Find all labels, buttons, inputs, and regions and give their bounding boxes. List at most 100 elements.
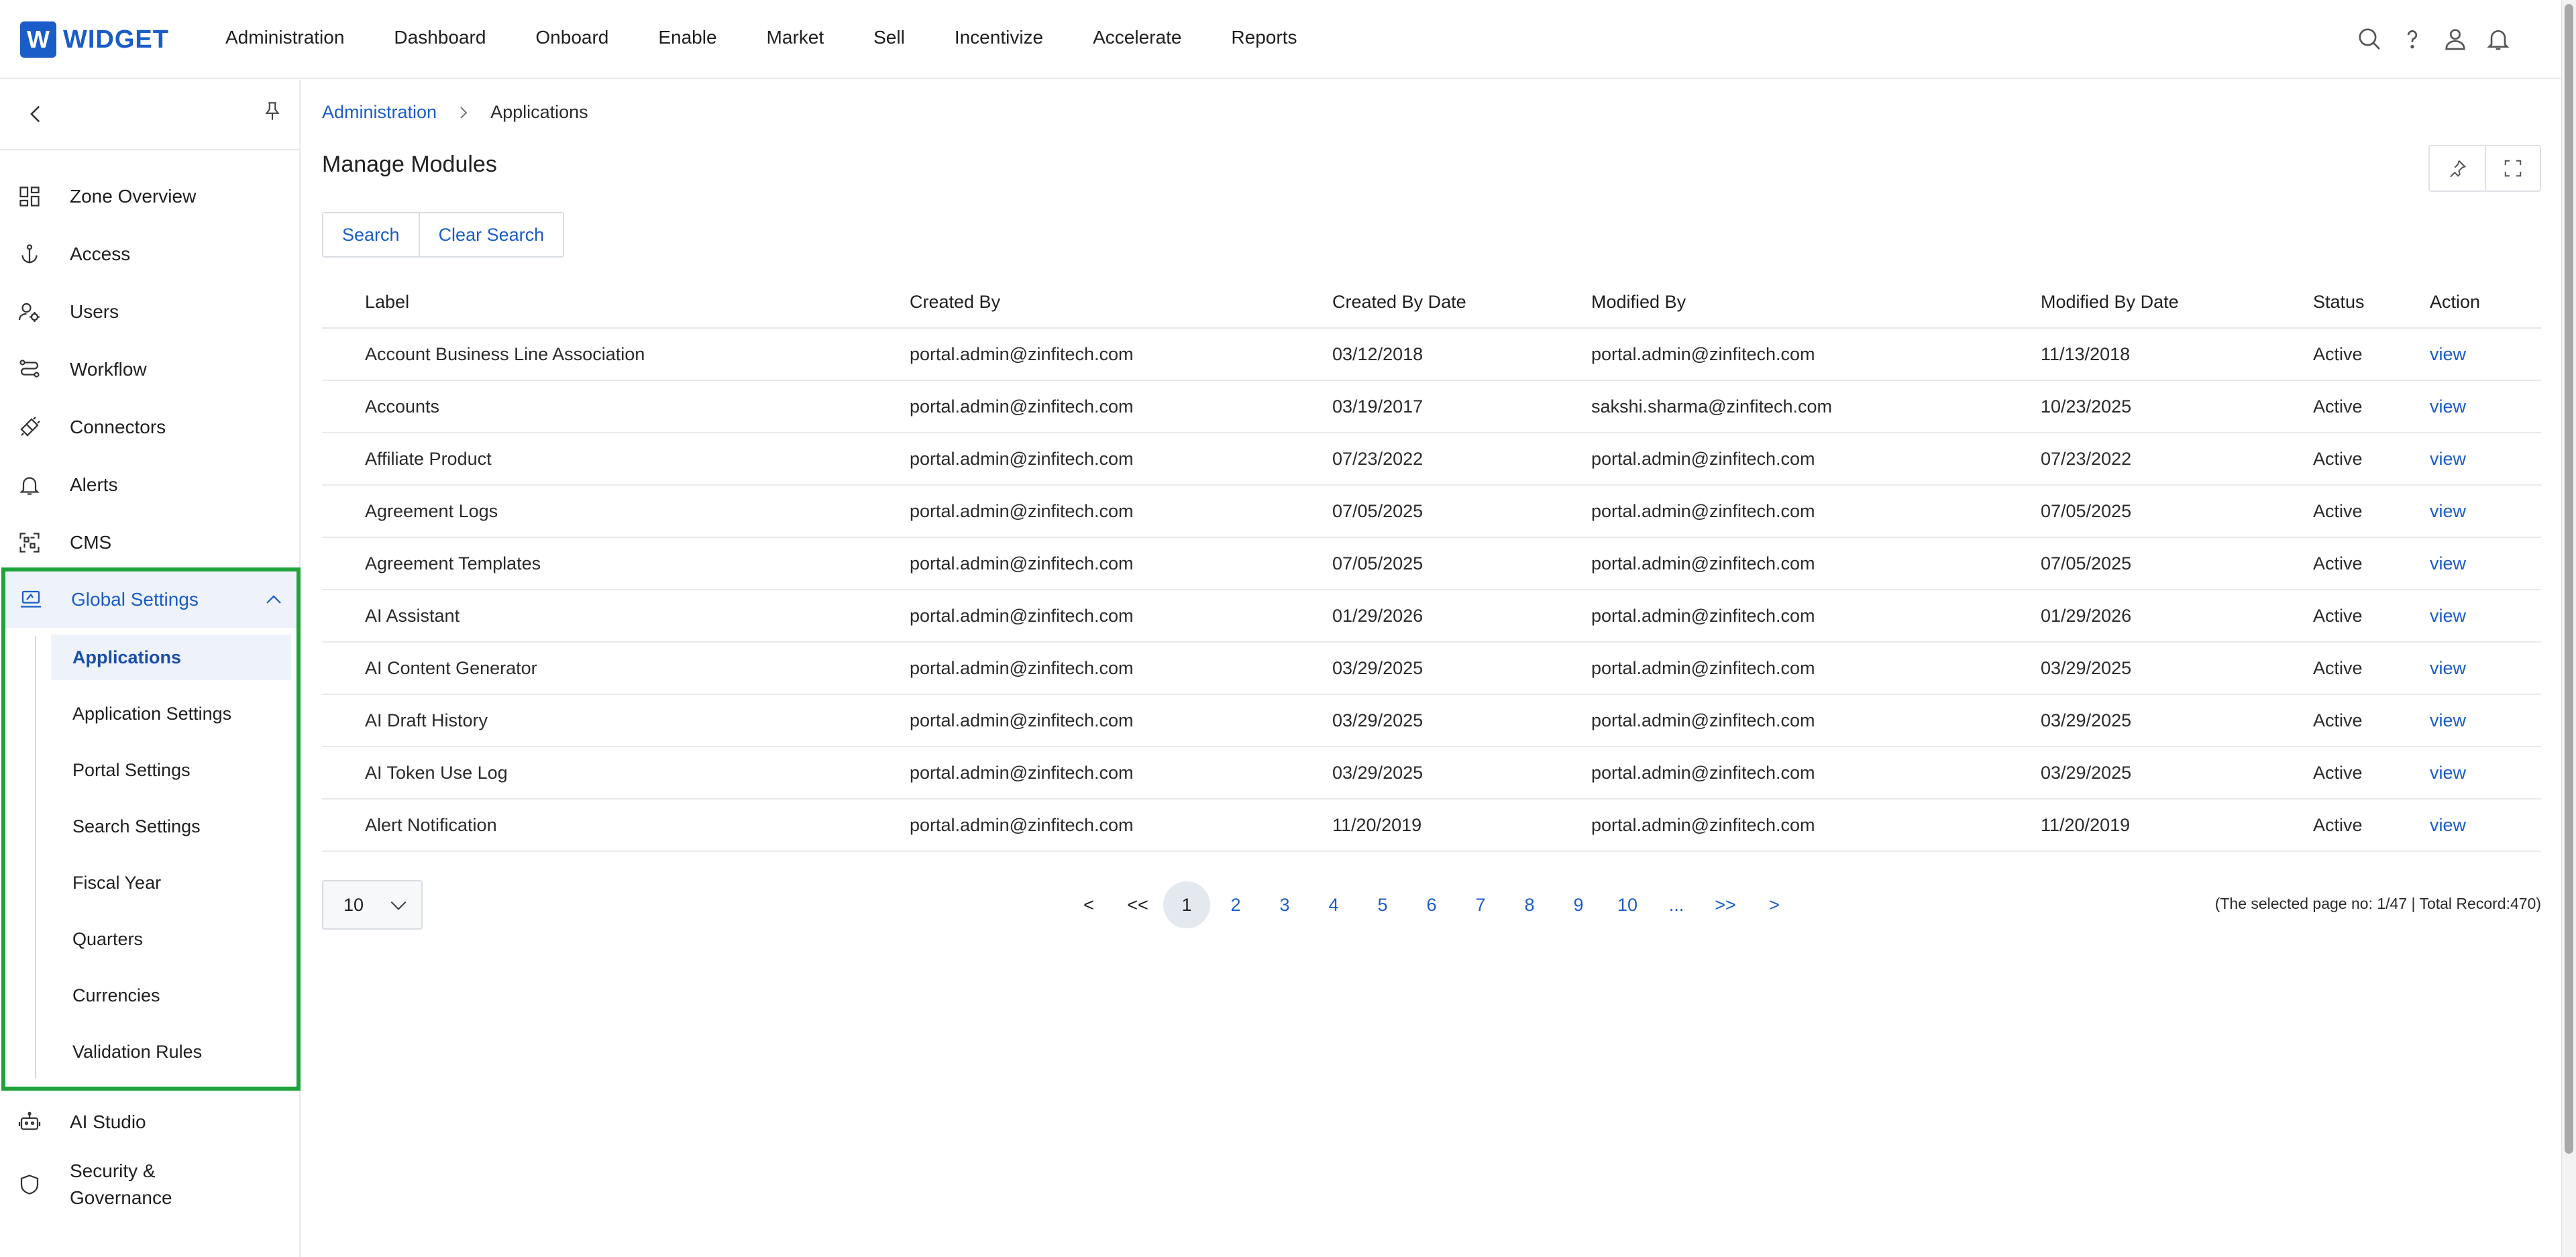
- vertical-scrollbar[interactable]: [2561, 0, 2576, 1257]
- pin-page-icon[interactable]: [2430, 146, 2485, 190]
- sidebar-item-users[interactable]: Users: [0, 283, 299, 341]
- grid-icon: [15, 182, 44, 211]
- sidebar-item-label: CMS: [70, 532, 112, 553]
- breadcrumb-parent-link[interactable]: Administration: [322, 102, 437, 123]
- column-header-created-by[interactable]: Created By: [910, 275, 1000, 329]
- view-link[interactable]: view: [2430, 433, 2466, 484]
- cell-modified-date: 10/23/2025: [2041, 396, 2132, 417]
- topnav-item[interactable]: Accelerate: [1093, 27, 1181, 48]
- column-header-action: Action: [2430, 291, 2481, 312]
- pagination-info: (The selected page no: 1/47 | Total Reco…: [2214, 895, 2541, 912]
- pagination-ellipsis[interactable]: ...: [1653, 881, 1700, 928]
- help-icon[interactable]: [2396, 23, 2428, 55]
- sidebar-item-global-settings[interactable]: Global Settings: [5, 571, 297, 628]
- laptop-settings-icon: [16, 585, 46, 614]
- topnav-item[interactable]: Enable: [658, 27, 716, 48]
- pin-icon[interactable]: [256, 95, 288, 127]
- submenu-item-search-settings[interactable]: Search Settings: [51, 804, 291, 849]
- view-link[interactable]: view: [2430, 329, 2466, 380]
- page-number-button[interactable]: 10: [1604, 881, 1651, 928]
- cell-status: Active: [2313, 448, 2363, 469]
- sidebar-item-zone-overview[interactable]: Zone Overview: [0, 168, 299, 225]
- column-header-label[interactable]: Label: [365, 275, 409, 329]
- topnav-item[interactable]: Sell: [873, 27, 905, 48]
- clear-search-button[interactable]: Clear Search: [418, 213, 564, 256]
- sidebar-item-alerts[interactable]: Alerts: [0, 456, 299, 514]
- prev-page-button[interactable]: <: [1065, 881, 1112, 928]
- submenu-item-quarters[interactable]: Quarters: [51, 916, 291, 962]
- topnav-item[interactable]: Reports: [1231, 27, 1297, 48]
- chevron-up-icon[interactable]: [260, 586, 287, 613]
- scrollbar-thumb[interactable]: [2565, 4, 2573, 1154]
- cell-label: Accounts: [365, 396, 440, 417]
- view-link[interactable]: view: [2430, 800, 2466, 851]
- submenu-item-portal-settings[interactable]: Portal Settings: [51, 747, 291, 793]
- view-link[interactable]: view: [2430, 695, 2466, 746]
- view-link[interactable]: view: [2430, 747, 2466, 798]
- last-page-button[interactable]: >>: [1702, 881, 1749, 928]
- bell-icon: [15, 470, 44, 500]
- table-row: Alert Notification portal.admin@zinfitech…: [322, 800, 2541, 852]
- table-body: Account Business Line Association portal.…: [322, 329, 2541, 852]
- cell-created-by: portal.admin@zinfitech.com: [910, 448, 1134, 469]
- topnav-item[interactable]: Dashboard: [394, 27, 486, 48]
- column-header-status[interactable]: Status: [2313, 275, 2365, 329]
- cell-label: AI Draft History: [365, 710, 488, 730]
- page-number-button[interactable]: 3: [1261, 881, 1308, 928]
- search-button[interactable]: Search: [323, 213, 419, 256]
- view-link[interactable]: view: [2430, 590, 2466, 641]
- view-link[interactable]: view: [2430, 643, 2466, 694]
- user-icon[interactable]: [2439, 23, 2471, 55]
- cell-status: Active: [2313, 605, 2363, 626]
- view-link[interactable]: view: [2430, 486, 2466, 537]
- cell-modified-by: portal.admin@zinfitech.com: [1591, 762, 1815, 783]
- submenu-item-fiscal-year[interactable]: Fiscal Year: [51, 860, 291, 906]
- sidebar-item-access[interactable]: Access: [0, 225, 299, 283]
- submenu-item-currencies[interactable]: Currencies: [51, 973, 291, 1018]
- sidebar-item-workflow[interactable]: Workflow: [0, 341, 299, 398]
- sidebar-item-cms[interactable]: CMS: [0, 514, 299, 571]
- app-logo[interactable]: W WIDGET: [20, 21, 169, 58]
- next-page-button[interactable]: >: [1751, 881, 1798, 928]
- sidebar-item-ai-studio[interactable]: AI Studio: [0, 1093, 299, 1151]
- column-header-modified-by-date[interactable]: Modified By Date: [2041, 275, 2179, 329]
- topnav-item[interactable]: Market: [767, 27, 824, 48]
- page-number-button[interactable]: 5: [1359, 881, 1406, 928]
- page-number-button[interactable]: 9: [1555, 881, 1602, 928]
- cell-created-date: 07/05/2025: [1332, 500, 1424, 521]
- page-size-select[interactable]: 10: [322, 880, 423, 930]
- sidebar-item-connectors[interactable]: Connectors: [0, 398, 299, 456]
- sidebar-item-security-governance[interactable]: Security & Governance: [0, 1151, 299, 1218]
- column-header-modified-by[interactable]: Modified By: [1591, 275, 1686, 329]
- cell-label: Alert Notification: [365, 814, 497, 835]
- column-header-created-by-date[interactable]: Created By Date: [1332, 275, 1466, 329]
- table-row: AI Draft History portal.admin@zinfitech.c…: [322, 695, 2541, 747]
- search-icon[interactable]: [2353, 23, 2385, 55]
- page-number-button[interactable]: 7: [1457, 881, 1504, 928]
- page-number-button[interactable]: 4: [1310, 881, 1357, 928]
- cell-modified-date: 03/29/2025: [2041, 710, 2132, 730]
- page-number-button[interactable]: 1: [1163, 881, 1210, 928]
- topnav-item[interactable]: Incentivize: [955, 27, 1043, 48]
- page-number-button[interactable]: 6: [1408, 881, 1455, 928]
- submenu-item-applications[interactable]: Applications: [51, 635, 291, 680]
- topnav-item[interactable]: Onboard: [535, 27, 608, 48]
- first-page-button[interactable]: <<: [1114, 881, 1161, 928]
- sidebar-item-label: Connectors: [70, 417, 166, 437]
- cell-created-by: portal.admin@zinfitech.com: [910, 657, 1134, 678]
- cell-created-by: portal.admin@zinfitech.com: [910, 762, 1134, 783]
- cell-created-date: 03/29/2025: [1332, 657, 1424, 678]
- qr-icon: [15, 528, 44, 557]
- fullscreen-icon[interactable]: [2484, 146, 2540, 190]
- view-link[interactable]: view: [2430, 538, 2466, 589]
- page-number-button[interactable]: 2: [1212, 881, 1259, 928]
- submenu-item-validation-rules[interactable]: Validation Rules: [51, 1029, 291, 1075]
- submenu-item-application-settings[interactable]: Application Settings: [51, 691, 291, 736]
- bell-icon[interactable]: [2482, 23, 2514, 55]
- page-number-button[interactable]: 8: [1506, 881, 1553, 928]
- sidebar-item-label: Alerts: [70, 474, 118, 495]
- view-link[interactable]: view: [2430, 381, 2466, 432]
- topnav-item[interactable]: Administration: [225, 27, 344, 48]
- collapse-sidebar-icon[interactable]: [20, 98, 52, 130]
- cell-modified-date: 01/29/2026: [2041, 605, 2132, 626]
